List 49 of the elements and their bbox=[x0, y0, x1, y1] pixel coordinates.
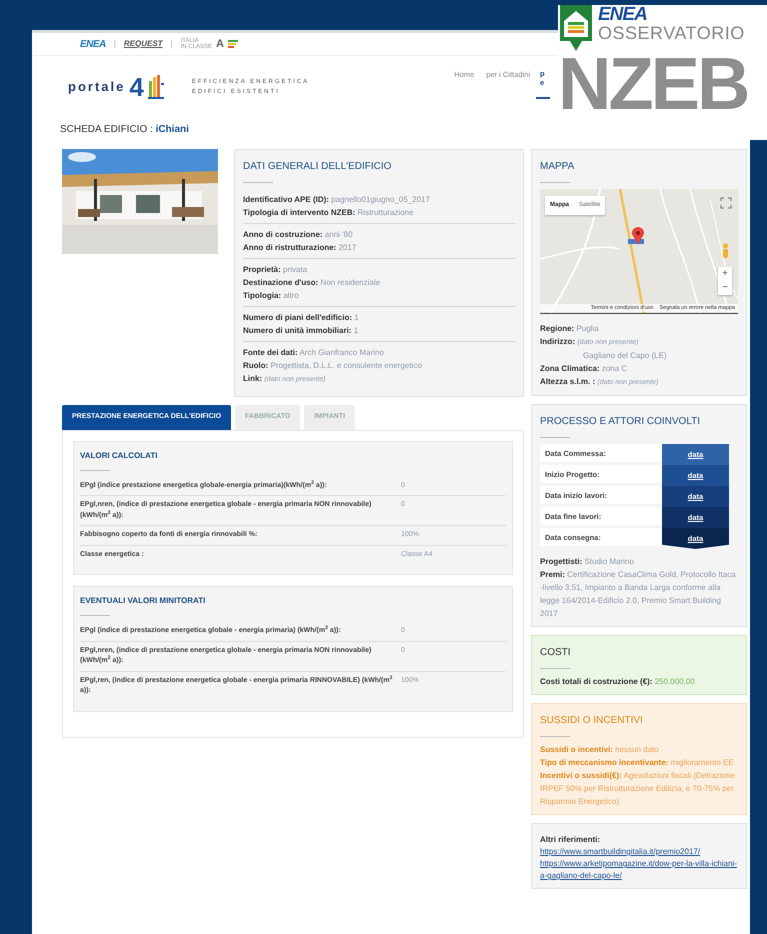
field-text: Fonte dei dati: Arch Gianfranco Marino bbox=[243, 347, 385, 359]
fullscreen-icon bbox=[720, 197, 732, 209]
logo-title: OSSERVATORIO bbox=[598, 24, 745, 42]
field-text: Sussidi o incentivi: nessun dato bbox=[540, 744, 660, 756]
building-bars-icon bbox=[148, 75, 164, 99]
section-title: EVENTUALI VALORI MINITORATI bbox=[80, 595, 506, 616]
portal-name: portale bbox=[68, 78, 126, 96]
field-text: Ruolo: Progettista, D.L.L. e consulente energetico bbox=[243, 360, 423, 372]
card-title: MAPPA bbox=[540, 159, 738, 183]
request-logo: REQUEST bbox=[124, 38, 163, 50]
field-text: Premi: Certificazione CasaClima Gold, Protocollo Itaca -livello 3,51, Impianto a Banda Larga conforme alla legge 164/2014-Edificio 2.0, Premio Smart Building 2017 bbox=[540, 569, 737, 620]
field-text: Tipo di meccanismo incentivante: miglioramento EE bbox=[540, 757, 735, 769]
field-text: Identificativo APE (ID): pagnello01giugno_05_2017 bbox=[243, 194, 431, 206]
card-title: SUSSIDI O INCENTIVI bbox=[540, 713, 738, 737]
portal-mark: 4 bbox=[129, 74, 144, 100]
logo-letter: A bbox=[216, 36, 224, 52]
energy-label-icon bbox=[228, 40, 238, 48]
separator: | bbox=[114, 38, 116, 50]
field-text: Costi totali di costruzione (€): 250.000,00 bbox=[540, 676, 696, 688]
zoom-in-button[interactable]: + bbox=[718, 267, 732, 281]
page-title-label: SCHEDA EDIFICIO : bbox=[60, 124, 154, 135]
zoom-out-button[interactable]: − bbox=[718, 281, 732, 295]
references-label: Altri riferimenti: bbox=[540, 834, 602, 846]
separator: | bbox=[170, 38, 173, 50]
field-text: Proprietà: privata bbox=[243, 264, 308, 276]
map-pin-icon bbox=[632, 227, 644, 245]
field-text: Destinazione d'uso: Non residenziale bbox=[243, 277, 382, 289]
card-title: PROCESSO E ATTORI COINVOLTI bbox=[540, 414, 738, 438]
field-text: Numero di piani dell'edificio: 1 bbox=[243, 312, 360, 324]
building-name: iChiani bbox=[156, 124, 189, 135]
field-text: Anno di ristrutturazione: 2017 bbox=[243, 242, 358, 254]
field-text: Tipologia di intervento NZEB: Ristrutturazione bbox=[243, 207, 415, 219]
card-title: COSTI bbox=[540, 645, 738, 669]
reference-link[interactable]: https://www.arketipomagazine.it/dow-per-la-villa-ichiani-a-gagliano-del-capo-le/ bbox=[540, 858, 738, 882]
logo-wordmark: NZEB bbox=[558, 51, 748, 118]
org-logo: ENEA bbox=[598, 5, 648, 24]
field-text: Incentivi o sussidi(€): Agevolazioni fiscali (Detrazione IRPEF 50% per Ristrutturazione Edilizia, e 70-75% per Risparmio Energetico) bbox=[540, 770, 736, 808]
section-title: VALORI CALCOLATI bbox=[80, 450, 506, 470]
enea-logo: ENEA bbox=[80, 38, 106, 52]
field-text: Regione: Puglia bbox=[540, 323, 600, 335]
field-text: Anno di costruzione: anni '80 bbox=[243, 229, 354, 241]
pegman-icon bbox=[720, 243, 731, 259]
field-text: Zona Climatica: zona C bbox=[540, 363, 628, 375]
reference-link[interactable]: https://www.smartbuildingitalia.it/premio2017/ bbox=[540, 846, 738, 858]
field-text: Tipologia: altro bbox=[243, 290, 300, 302]
card-title: DATI GENERALI DELL'EDIFICIO bbox=[243, 159, 515, 183]
field-value: Gagliano del Capo (LE) bbox=[582, 350, 668, 362]
field-text: Numero di unità immobiliari: 1 bbox=[243, 325, 360, 337]
field-text: Progettisti: Studio Marino bbox=[540, 556, 635, 568]
